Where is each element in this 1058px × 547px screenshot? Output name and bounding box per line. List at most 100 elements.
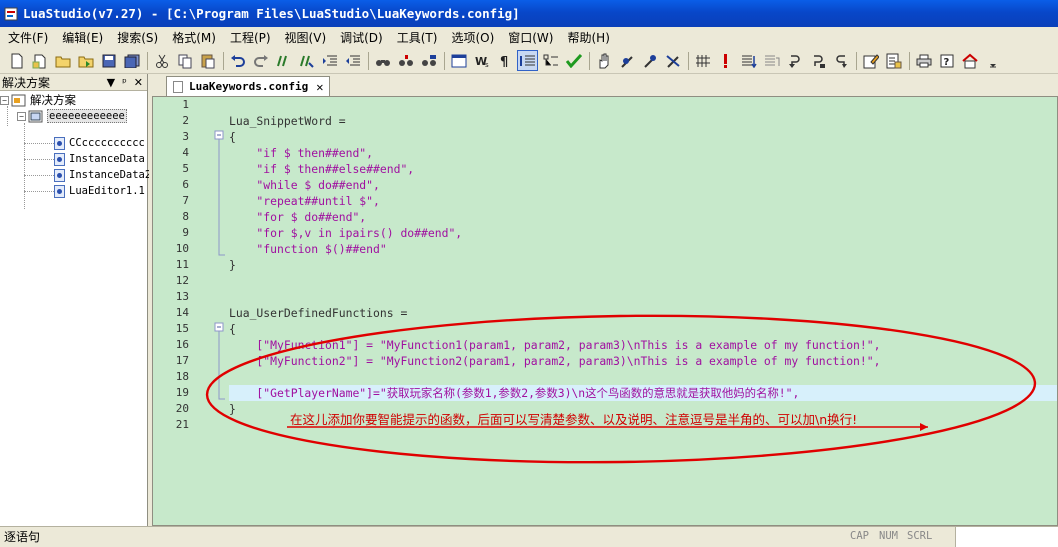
tree-item-file[interactable]: InstanceData [54, 151, 145, 167]
menu-window[interactable]: 窗口(W) [508, 29, 553, 46]
panel-dropdown-icon[interactable]: ▼ [107, 76, 115, 89]
save-all-icon[interactable] [121, 50, 142, 71]
code-text[interactable]: Lua_SnippetWord ={ "if $ then##end", "if… [229, 97, 1057, 525]
pilcrow-icon[interactable]: ¶ [494, 50, 515, 71]
tree-item-label: CCcccccccccc [69, 137, 145, 149]
open-folder-icon[interactable] [52, 50, 73, 71]
code-line[interactable]: } [229, 257, 236, 273]
tree-item-file[interactable]: InstanceData2 [54, 167, 151, 183]
uncomment-icon[interactable] [296, 50, 317, 71]
run-to-cursor-icon[interactable] [807, 50, 828, 71]
tab-luakeywords-config[interactable]: LuaKeywords.config ✕ [166, 76, 331, 96]
tree-item-file[interactable]: CCcccccccccc [54, 135, 145, 151]
help-icon[interactable]: ? [936, 50, 957, 71]
code-line[interactable]: ["MyFunction1"] = "MyFunction1(param1, p… [229, 337, 880, 353]
code-line[interactable]: } [229, 401, 236, 417]
line-number: 1 [182, 98, 189, 111]
redo-icon[interactable] [250, 50, 271, 71]
close-tab-icon[interactable]: ✕ [316, 80, 323, 94]
code-line[interactable]: Lua_SnippetWord = [229, 113, 346, 129]
line-number: 16 [175, 338, 189, 351]
word-wrap-icon[interactable]: Ws [471, 50, 492, 71]
hand-icon[interactable] [593, 50, 614, 71]
code-line[interactable]: "for $,v in ipairs() do##end", [229, 225, 462, 241]
check-syntax-icon[interactable] [563, 50, 584, 71]
tree-item-label: eeeeeeeeeeee [47, 109, 127, 123]
menu-bar: 文件(F) 编辑(E) 搜索(S) 格式(M) 工程(P) 视图(V) 调试(D… [0, 27, 1058, 47]
line-number: 8 [182, 210, 189, 223]
toolbar-separator [147, 51, 148, 70]
print-icon[interactable] [913, 50, 934, 71]
title-bar[interactable]: LuaStudio(v7.27) - [C:\Program Files\Lua… [0, 0, 1058, 27]
collapse-icon[interactable]: − [17, 111, 26, 121]
menu-edit[interactable]: 编辑(E) [62, 29, 103, 46]
step-over-icon[interactable] [761, 50, 782, 71]
code-line[interactable]: "for $ do##end", [229, 209, 366, 225]
save-icon[interactable] [98, 50, 119, 71]
panel-pin-icon[interactable]: ᵖ [122, 76, 127, 89]
edit-settings-icon[interactable] [860, 50, 881, 71]
step-out-icon[interactable] [784, 50, 805, 71]
outdent-icon[interactable] [342, 50, 363, 71]
code-line[interactable]: { [229, 129, 236, 145]
remove-breakpoint-icon[interactable] [639, 50, 660, 71]
restart-icon[interactable] [830, 50, 851, 71]
toolbar-separator [856, 51, 857, 70]
find-icon[interactable] [372, 50, 393, 71]
undo-icon[interactable] [227, 50, 248, 71]
code-line[interactable]: ["GetPlayerName"]="获取玩家名称(参数1,参数2,参数3)\n… [229, 385, 799, 401]
code-line[interactable]: { [229, 321, 236, 337]
menu-tools[interactable]: 工具(T) [397, 29, 438, 46]
code-line[interactable]: ["MyFunction2"] = "MyFunction2(param1, p… [229, 353, 880, 369]
menu-debug[interactable]: 调试(D) [340, 29, 383, 46]
line-number: 2 [182, 114, 189, 127]
menu-help[interactable]: 帮助(H) [567, 29, 609, 46]
code-editor[interactable]: 1 2 3 4 5 6 7 8 9 10 11 12 13 14 15 16 17 18 19 20 21 Lua_Sn… [152, 96, 1058, 526]
solution-panel-title: 解决方案 [2, 75, 51, 90]
code-line[interactable]: "while $ do##end", [229, 177, 379, 193]
line-numbers-icon[interactable] [517, 50, 538, 71]
exclamation-icon[interactable] [715, 50, 736, 71]
tree-item-project[interactable]: − eeeeeeeeeeee [17, 108, 127, 124]
toolbar-overflow-icon[interactable] [982, 50, 1003, 71]
code-line[interactable]: "if $ then##end", [229, 145, 373, 161]
menu-format[interactable]: 格式(M) [172, 29, 216, 46]
project-icon [28, 110, 43, 123]
menu-project[interactable]: 工程(P) [230, 29, 271, 46]
paste-icon[interactable] [197, 50, 218, 71]
tree-item-file[interactable]: LuaEditor1.1 [54, 183, 145, 199]
tab-label: LuaKeywords.config [189, 80, 309, 93]
checklist-icon[interactable] [883, 50, 904, 71]
menu-file[interactable]: 文件(F) [8, 29, 48, 46]
menu-search[interactable]: 搜索(S) [117, 29, 158, 46]
window-icon[interactable] [448, 50, 469, 71]
line-number: 4 [182, 146, 189, 159]
find-next-icon[interactable] [395, 50, 416, 71]
outline-icon[interactable] [540, 50, 561, 71]
code-line[interactable]: "if $ then##else##end", [229, 161, 414, 177]
copy-icon[interactable] [174, 50, 195, 71]
code-line[interactable]: Lua_UserDefinedFunctions = [229, 305, 407, 321]
new-project-icon[interactable] [29, 50, 50, 71]
new-file-icon[interactable] [6, 50, 27, 71]
clear-breakpoints-icon[interactable] [662, 50, 683, 71]
replace-icon[interactable] [418, 50, 439, 71]
indent-icon[interactable] [319, 50, 340, 71]
comment-icon[interactable] [273, 50, 294, 71]
num-lock-indicator: NUM [879, 530, 898, 542]
open-project-icon[interactable] [75, 50, 96, 71]
home-icon[interactable] [959, 50, 980, 71]
step-into-icon[interactable] [738, 50, 759, 71]
line-number: 6 [182, 178, 189, 191]
code-line[interactable]: "function $()##end" [229, 241, 386, 257]
breakpoint-icon[interactable] [616, 50, 637, 71]
menu-options[interactable]: 选项(O) [451, 29, 494, 46]
code-line[interactable]: "repeat##until $", [229, 193, 379, 209]
menu-view[interactable]: 视图(V) [285, 29, 327, 46]
tree-item-solution[interactable]: − 解决方案 [0, 92, 76, 108]
panel-close-icon[interactable]: ✕ [134, 76, 143, 89]
solution-icon [11, 94, 26, 107]
collapse-icon[interactable]: − [0, 95, 9, 105]
cut-icon[interactable] [151, 50, 172, 71]
compile-icon[interactable] [692, 50, 713, 71]
